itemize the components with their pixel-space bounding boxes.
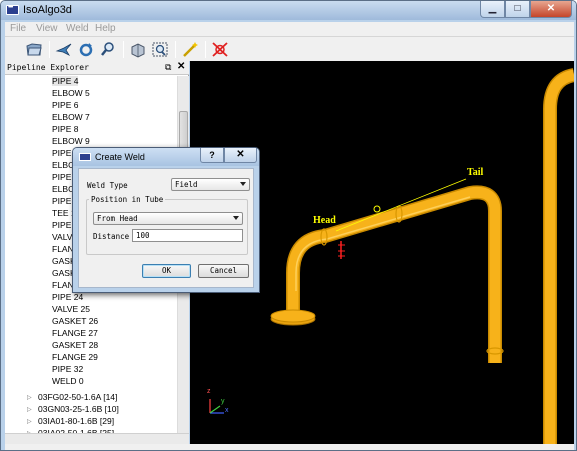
distance-label: Distance <box>93 232 130 241</box>
open-folder-icon[interactable] <box>25 41 43 58</box>
title-bar[interactable]: IsoAlgo3d ▁ □ ✕ <box>1 1 576 20</box>
weld-type-value: Field <box>175 180 198 189</box>
dialog-close-button[interactable]: ✕ <box>224 148 257 163</box>
minimize-button[interactable]: ▁ <box>480 1 505 18</box>
tree-item[interactable]: FLANGE 29 <box>52 352 98 362</box>
position-group <box>86 199 248 255</box>
dialog-body: Weld Type Field Position in Tube From He… <box>78 168 254 288</box>
axis-y-label: y <box>221 398 225 405</box>
status-bar <box>5 444 574 450</box>
zoom-fit-icon[interactable] <box>151 41 169 58</box>
weld-tool-icon[interactable] <box>211 41 229 58</box>
expand-arrow-icon[interactable]: ▷ <box>27 394 32 401</box>
menu-weld[interactable]: Weld <box>66 23 89 34</box>
toolbar <box>5 36 574 61</box>
dialog-title-bar[interactable]: Create Weld ? ✕ <box>73 148 259 166</box>
tail-label: Tail <box>467 167 484 178</box>
tree-item[interactable]: GASKET 26 <box>52 316 98 326</box>
tree-item[interactable]: ELBOW 9 <box>52 136 90 146</box>
distance-value: 100 <box>136 231 150 240</box>
axis-x-label: x <box>225 407 229 414</box>
main-window: IsoAlgo3d ▁ □ ✕ File View Weld Help <box>0 0 577 451</box>
tree-group[interactable]: 03GN03-25-1.6B [10] <box>38 404 119 414</box>
dialog-app-icon <box>79 153 91 161</box>
plane-icon[interactable] <box>55 41 73 58</box>
tree-group[interactable]: 03IA01-80-1.6B [29] <box>38 416 114 426</box>
close-panel-icon[interactable]: ✕ <box>177 61 185 72</box>
tree-item[interactable]: PIPE 32 <box>52 364 83 374</box>
tree-item[interactable]: ELBOW 5 <box>52 88 90 98</box>
zoom-icon[interactable] <box>99 41 117 58</box>
tree-item[interactable]: VALVE 25 <box>52 304 90 314</box>
tree-item[interactable]: WELD 0 <box>52 376 84 386</box>
distance-field[interactable]: 100 <box>132 229 243 242</box>
object-icon[interactable] <box>129 41 147 58</box>
cancel-button[interactable]: Cancel <box>198 264 249 278</box>
tree-item[interactable]: PIPE 6 <box>52 100 78 110</box>
app-icon <box>6 4 19 15</box>
menu-bar: File View Weld Help <box>5 22 574 36</box>
menu-file[interactable]: File <box>10 23 26 34</box>
position-value: From Head <box>97 214 138 223</box>
expand-arrow-icon[interactable]: ▷ <box>27 406 32 413</box>
chevron-down-icon <box>233 216 239 220</box>
rotate-icon[interactable] <box>77 41 95 58</box>
axis-z-label: z <box>207 388 211 395</box>
tree-item[interactable]: GASKET 28 <box>52 340 98 350</box>
explorer-header: Pipeline Explorer ⧉ ✕ <box>5 61 189 75</box>
tree-item[interactable]: ELBOW 7 <box>52 112 90 122</box>
tree-item[interactable]: FLANGE 27 <box>52 328 98 338</box>
menu-view[interactable]: View <box>36 23 58 34</box>
create-weld-dialog: Create Weld ? ✕ Weld Type Field Position… <box>72 147 260 293</box>
position-group-label: Position in Tube <box>89 195 166 204</box>
help-button[interactable]: ? <box>200 148 224 163</box>
tree-item[interactable]: PIPE 24 <box>52 292 83 302</box>
wand-icon[interactable] <box>181 41 199 58</box>
float-panel-icon[interactable]: ⧉ <box>165 62 171 73</box>
window-title: IsoAlgo3d <box>23 4 72 16</box>
weld-type-select[interactable]: Field <box>171 178 250 191</box>
tree-item[interactable]: PIPE 4 <box>52 76 79 86</box>
tree-group[interactable]: 03FG02-50-1.6A [14] <box>38 392 117 402</box>
menu-help[interactable]: Help <box>95 23 116 34</box>
tree-item[interactable]: PIPE 8 <box>52 124 78 134</box>
weld-type-label: Weld Type <box>87 181 128 190</box>
maximize-button[interactable]: □ <box>505 1 530 18</box>
ok-button[interactable]: OK <box>142 264 191 278</box>
head-label: Head <box>313 215 336 226</box>
explorer-title: Pipeline Explorer <box>7 63 89 72</box>
chevron-down-icon <box>240 182 246 186</box>
close-button[interactable]: ✕ <box>530 1 572 18</box>
position-select[interactable]: From Head <box>93 212 243 225</box>
dialog-title: Create Weld <box>95 152 145 162</box>
expand-arrow-icon[interactable]: ▷ <box>27 418 32 425</box>
